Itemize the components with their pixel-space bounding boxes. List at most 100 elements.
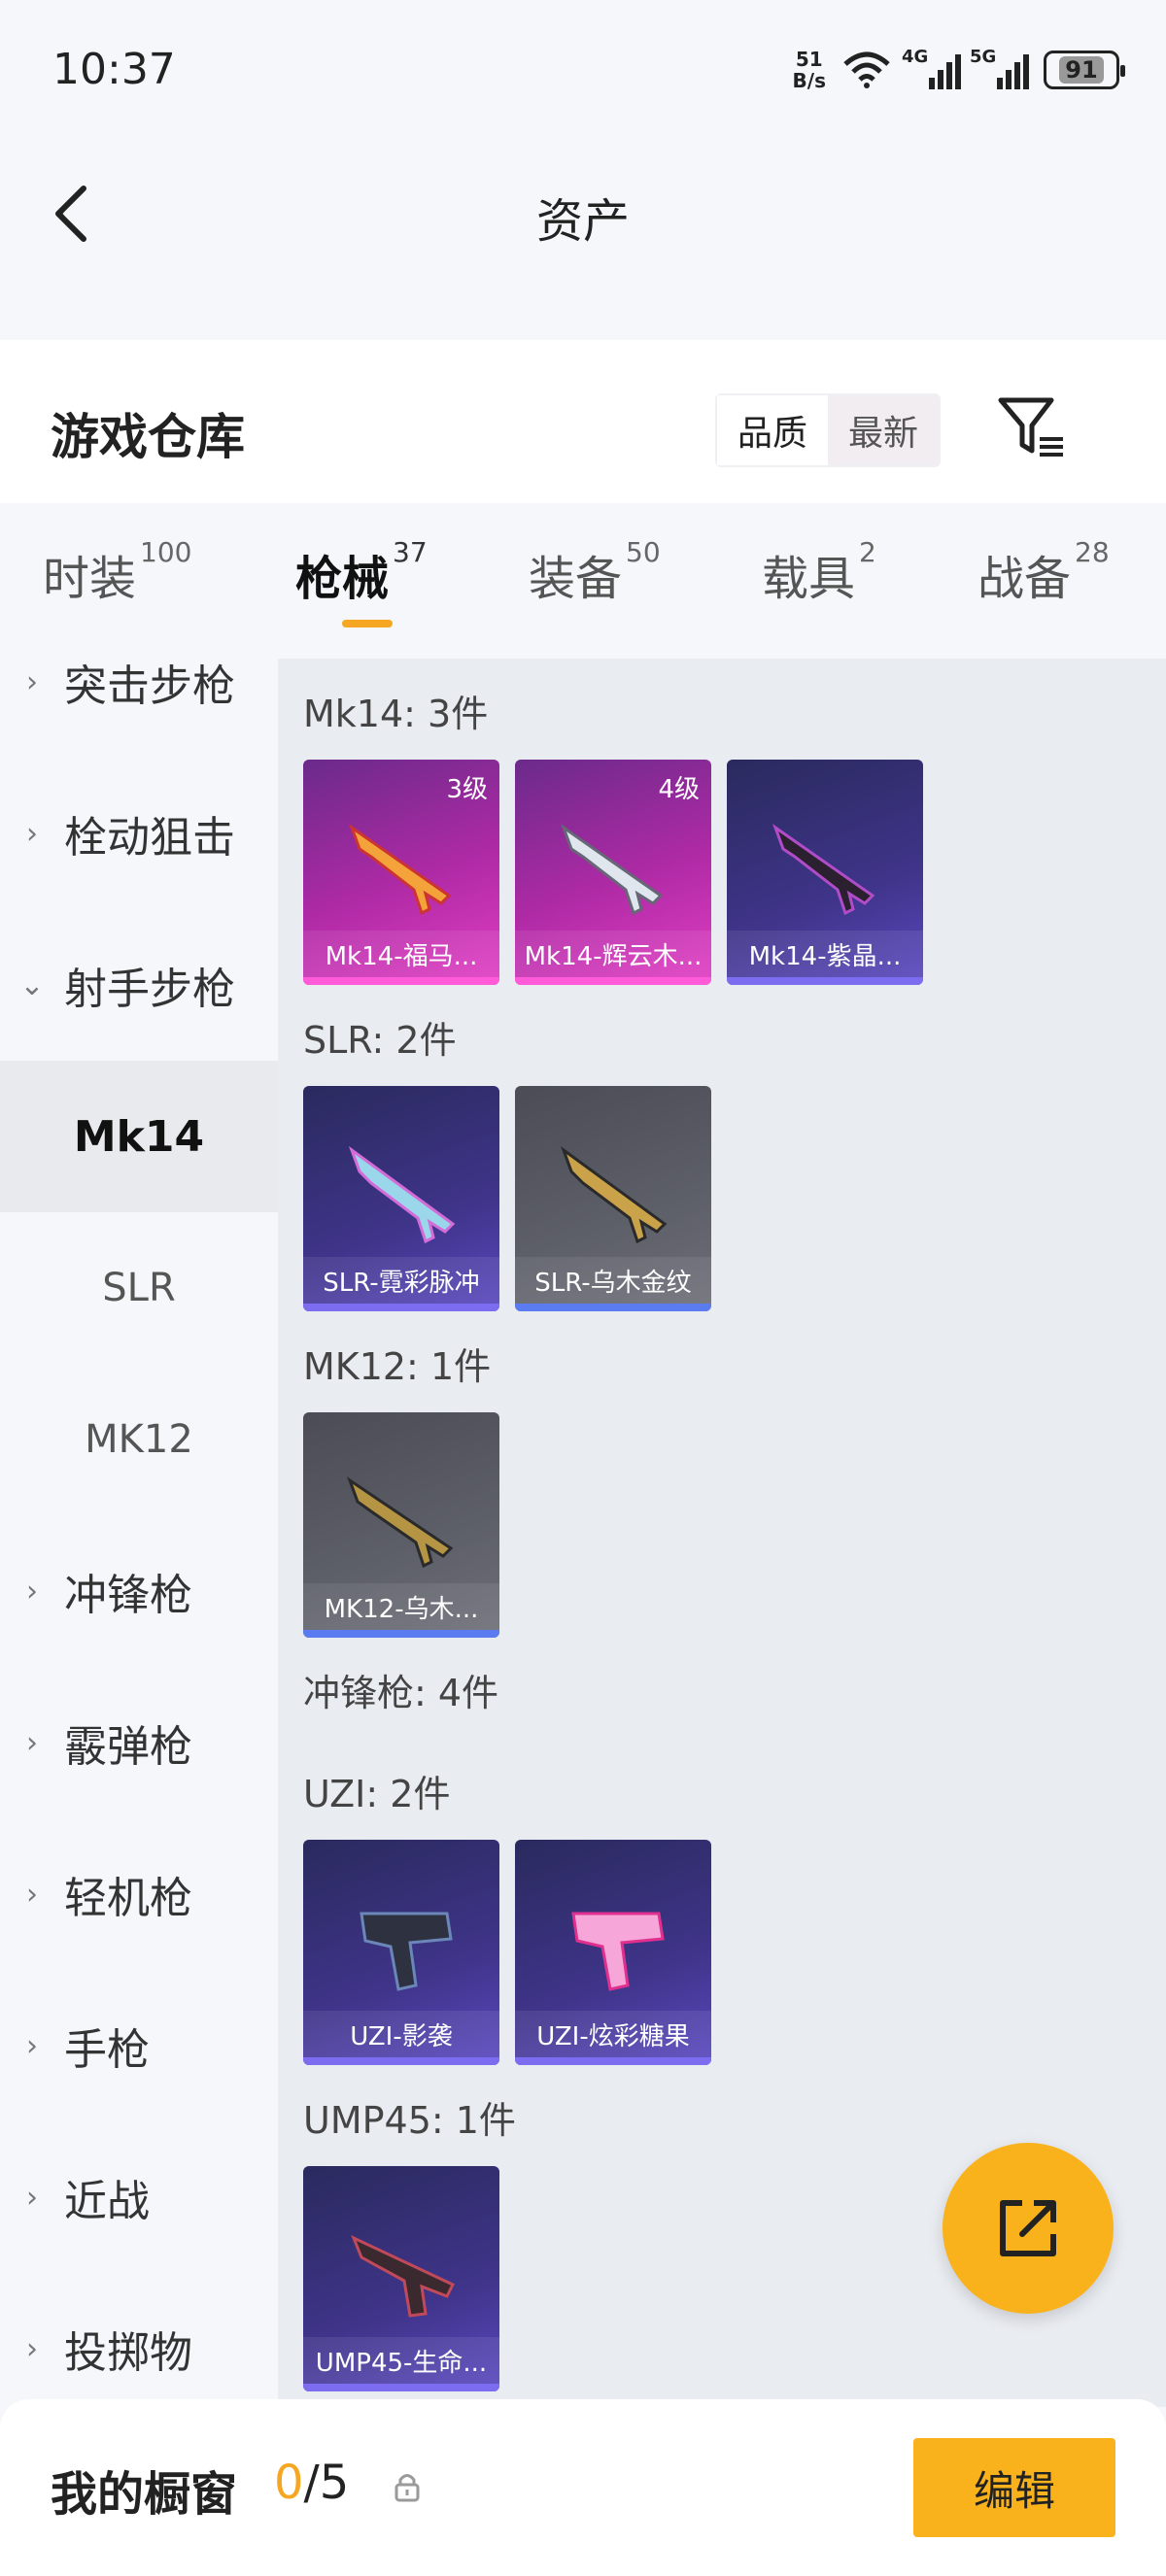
- chevron-right-icon: ›: [26, 2180, 38, 2215]
- filter-icon[interactable]: [993, 389, 1071, 466]
- rarity-bar: [303, 2057, 499, 2065]
- smg-icon: [360, 1912, 453, 1991]
- sidebar-item-label: 射手步枪: [64, 965, 235, 1014]
- sidebar-item-label: 突击步枪: [64, 661, 235, 711]
- sidebar-item-shotgun[interactable]: › 霰弹枪: [0, 1667, 278, 1818]
- share-button[interactable]: [943, 2143, 1114, 2314]
- sidebar-subitem-mk12[interactable]: MK12: [0, 1364, 278, 1515]
- showcase-label: 我的橱窗: [51, 2467, 238, 2522]
- sidebar-item-melee[interactable]: › 近战: [0, 2121, 278, 2273]
- item-name: MK12-乌木...: [303, 1583, 499, 1630]
- warehouse-header: 游戏仓库 品质 最新: [0, 340, 1166, 503]
- sidebar-item-label: Mk14: [73, 1111, 205, 1162]
- tab-active-indicator: [342, 620, 393, 627]
- showcase-count: 0/5: [274, 2456, 349, 2510]
- lock-icon: [394, 2474, 420, 2502]
- weapon-card[interactable]: MK12-乌木...: [303, 1412, 499, 1638]
- sort-toggle: 品质 最新: [715, 393, 941, 467]
- group-label-mk14: Mk14: 3件: [303, 693, 489, 735]
- weapon-card[interactable]: SLR-乌木金纹: [515, 1086, 711, 1311]
- rifle-icon: [348, 824, 452, 916]
- tab-count: 37: [393, 536, 428, 568]
- item-level: 4级: [658, 775, 700, 804]
- sidebar-item-label: 轻机枪: [64, 1874, 192, 1923]
- item-level: 3级: [446, 775, 488, 804]
- signal-5g-icon: 5G: [970, 47, 1029, 89]
- chevron-right-icon: ›: [26, 816, 38, 851]
- tab-gear[interactable]: 战备 28: [977, 536, 1110, 608]
- weapon-card[interactable]: SLR-霓彩脉冲: [303, 1086, 499, 1311]
- rarity-bar: [515, 2057, 711, 2065]
- chevron-right-icon: ›: [26, 2331, 38, 2366]
- showcase-bar: 我的橱窗 0/5 编辑: [0, 2399, 1166, 2576]
- tab-equipment[interactable]: 装备 50: [529, 536, 661, 608]
- sidebar-item-pistol[interactable]: › 手枪: [0, 1970, 278, 2121]
- status-time: 10:37: [52, 45, 176, 94]
- rifle-icon: [348, 1145, 456, 1244]
- tab-vehicles[interactable]: 载具 2: [762, 536, 876, 608]
- rarity-bar: [515, 977, 711, 985]
- wifi-icon: [843, 51, 890, 88]
- warehouse-title: 游戏仓库: [51, 409, 245, 465]
- group-label-slr: SLR: 2件: [303, 1019, 457, 1062]
- status-icons: 51 B/s 4G 5G 91: [792, 47, 1125, 92]
- sidebar-subitem-slr[interactable]: SLR: [0, 1212, 278, 1364]
- nav-bar: 资产: [0, 146, 1166, 282]
- item-name: SLR-乌木金纹: [515, 1257, 711, 1304]
- tab-count: 50: [626, 536, 661, 568]
- net-speed-value: 51: [795, 48, 823, 71]
- sidebar-item-label: 栓动狙击: [64, 813, 235, 863]
- group-label-smg: 冲锋枪: 4件: [303, 1672, 499, 1714]
- chevron-right-icon: ›: [26, 1877, 38, 1912]
- sidebar-item-smg[interactable]: › 冲锋枪: [0, 1515, 278, 1667]
- net-speed-unit: B/s: [792, 69, 826, 92]
- item-name: UZI-影袭: [303, 2011, 499, 2057]
- showcase-total: /5: [303, 2456, 350, 2510]
- rarity-bar: [303, 977, 499, 985]
- rifle-icon: [347, 1476, 454, 1569]
- rarity-bar: [303, 2384, 499, 2391]
- sidebar-item-label: 近战: [64, 2177, 150, 2226]
- sidebar-item-label: 投掷物: [64, 2328, 192, 2378]
- sidebar-item-bolt-sniper[interactable]: › 栓动狙击: [0, 758, 278, 909]
- weapon-card[interactable]: UMP45-生命...: [303, 2166, 499, 2391]
- group-label-ump45: UMP45: 1件: [303, 2099, 516, 2142]
- edit-button[interactable]: 编辑: [913, 2438, 1115, 2537]
- rifle-icon: [560, 1145, 668, 1244]
- weapon-card[interactable]: 4级 Mk14-辉云木...: [515, 760, 711, 985]
- rarity-bar: [727, 977, 923, 985]
- page-title: 资产: [535, 194, 630, 249]
- sidebar-item-lmg[interactable]: › 轻机枪: [0, 1818, 278, 1970]
- sidebar-item-marksman-rifle[interactable]: ⌄ 射手步枪: [0, 909, 278, 1061]
- group-label-uzi: UZI: 2件: [303, 1773, 451, 1815]
- battery-level: 91: [1059, 56, 1104, 84]
- tab-label: 枪械: [295, 552, 390, 606]
- signal-4g-label: 4G: [902, 47, 929, 67]
- weapon-card[interactable]: UZI-影袭: [303, 1840, 499, 2065]
- sort-option-latest[interactable]: 最新: [828, 395, 939, 465]
- item-name: UZI-炫彩糖果: [515, 2011, 711, 2057]
- chevron-right-icon: ›: [26, 2028, 38, 2063]
- tab-weapons[interactable]: 枪械 37: [295, 536, 428, 608]
- rifle-icon: [772, 824, 875, 916]
- sidebar-item-label: 冲锋枪: [64, 1571, 192, 1620]
- chevron-right-icon: ›: [26, 664, 38, 699]
- chevron-right-icon: ›: [26, 1574, 38, 1609]
- tab-label: 载具: [762, 552, 856, 606]
- sort-option-quality[interactable]: 品质: [717, 395, 828, 465]
- tab-fashion[interactable]: 时装 100: [43, 536, 191, 608]
- weapon-card[interactable]: 3级 Mk14-福马...: [303, 760, 499, 985]
- sidebar-item-label: MK12: [85, 1417, 193, 1462]
- sidebar-item-label: 霰弹枪: [64, 1722, 192, 1772]
- sidebar-item-label: SLR: [102, 1266, 176, 1310]
- sidebar-subitem-mk14[interactable]: Mk14: [0, 1061, 278, 1212]
- showcase-current: 0: [274, 2456, 304, 2510]
- weapon-card[interactable]: UZI-炫彩糖果: [515, 1840, 711, 2065]
- weapon-card[interactable]: Mk14-紫晶...: [727, 760, 923, 985]
- tab-count: 2: [859, 536, 876, 568]
- item-name: UMP45-生命...: [303, 2337, 499, 2384]
- sidebar-item-assault-rifle[interactable]: › 突击步枪: [0, 606, 278, 758]
- rarity-bar: [515, 1304, 711, 1311]
- rarity-bar: [303, 1630, 499, 1638]
- tab-label: 战备: [977, 552, 1072, 606]
